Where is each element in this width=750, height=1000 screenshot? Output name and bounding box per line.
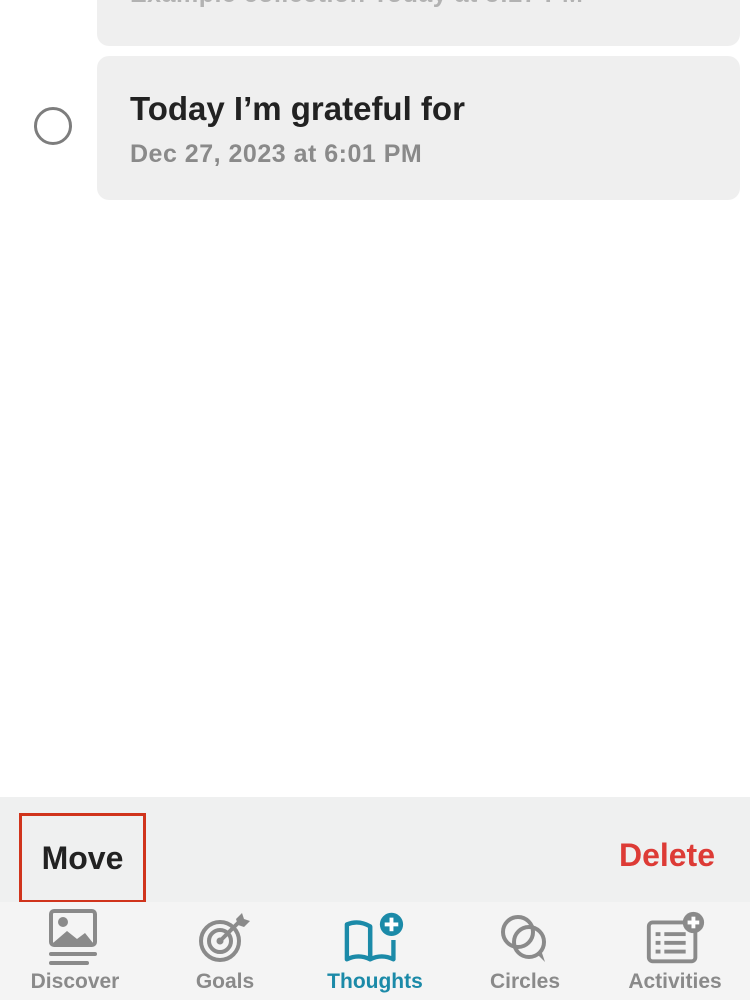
list-item-title: Today I’m grateful for: [130, 90, 465, 127]
list-item-subtitle: Example collection Today at 5:27 PM: [130, 0, 583, 9]
picture-icon: [43, 908, 107, 968]
tab-goals[interactable]: Goals: [150, 902, 300, 1000]
tab-activities[interactable]: Activities: [600, 902, 750, 1000]
select-radio[interactable]: [34, 107, 72, 145]
target-icon: [193, 908, 257, 968]
move-button[interactable]: Move: [19, 813, 146, 903]
chat-bubbles-icon: [493, 908, 557, 968]
list-plus-icon: [643, 908, 707, 968]
edit-action-bar: Move Delete: [0, 797, 750, 903]
tab-label: Thoughts: [327, 970, 423, 993]
tab-label: Activities: [628, 970, 722, 993]
list-item[interactable]: Today I’m grateful for Dec 27, 2023 at 6…: [97, 56, 740, 200]
tab-circles[interactable]: Circles: [450, 902, 600, 1000]
list-item-date: Dec 27, 2023 at 6:01 PM: [130, 140, 423, 168]
tab-label: Circles: [489, 970, 561, 993]
tab-label: Discover: [30, 970, 120, 993]
book-plus-icon: [343, 908, 407, 968]
tab-bar: Discover Goals Thoughts Circles Activiti…: [0, 902, 750, 1000]
tab-discover[interactable]: Discover: [0, 902, 150, 1000]
tab-thoughts[interactable]: Thoughts: [300, 902, 450, 1000]
list-item-previous[interactable]: Example collection Today at 5:27 PM: [97, 0, 740, 46]
tab-label: Goals: [195, 970, 255, 993]
delete-button[interactable]: Delete: [619, 837, 715, 874]
